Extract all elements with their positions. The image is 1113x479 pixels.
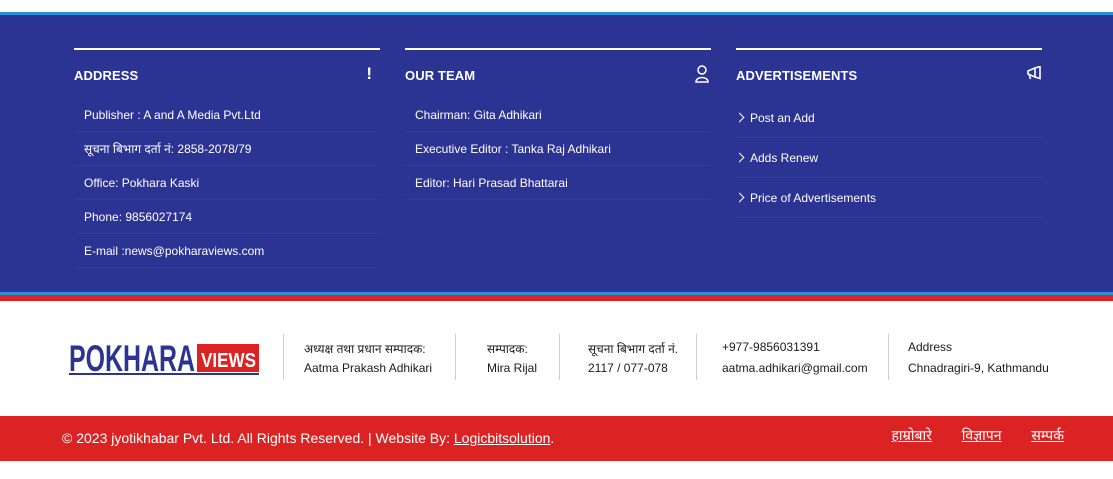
megaphone-icon	[1026, 65, 1042, 86]
registration-label: सूचना बिभाग दर्ता नं.	[588, 342, 679, 356]
team-item-editor: Editor: Hari Prasad Bhattarai	[405, 166, 711, 200]
developer-link[interactable]: Logicbitsolution	[454, 430, 551, 446]
logo-text-pokhara: POKHARA	[69, 338, 195, 376]
ads-link-label: Post an Add	[750, 111, 815, 125]
advertisement-link[interactable]: विज्ञापन	[962, 427, 1002, 443]
copyright-label: © 2023 jyotikhabar Pvt. Ltd. All Rights …	[62, 430, 454, 446]
team-column-header: OUR TEAM	[405, 50, 711, 98]
info-divider	[283, 334, 284, 380]
user-icon	[695, 65, 709, 89]
info-divider	[888, 334, 889, 380]
chief-editor-label: अध्यक्ष तथा प्रधान सम्पादक:	[304, 342, 426, 356]
address-list: Publisher : A and A Media Pvt.Ltd सूचना …	[74, 98, 380, 268]
contact-link[interactable]: सम्पर्क	[1031, 427, 1064, 443]
editor-label: सम्पादक:	[487, 342, 528, 356]
info-divider	[455, 334, 456, 380]
copyright-text: © 2023 jyotikhabar Pvt. Ltd. All Rights …	[62, 430, 554, 446]
team-list: Chairman: Gita Adhikari Executive Editor…	[405, 98, 711, 200]
ads-column: ADVERTISEMENTS Post an Add Adds Renew Pr…	[734, 48, 1042, 218]
address-column: ADDRESS ! Publisher : A and A Media Pvt.…	[74, 48, 380, 268]
contact-phone[interactable]: +977-9856031391	[722, 340, 820, 354]
ads-link-post-an-add[interactable]: Post an Add	[734, 98, 1042, 138]
chevron-right-icon	[734, 152, 745, 163]
address-item-email: E-mail :news@pokharaviews.com	[74, 234, 380, 268]
chief-editor-name: Aatma Prakash Adhikari	[304, 361, 433, 375]
registration-value: 2117 / 077-078	[588, 361, 668, 375]
address-item-office: Office: Pokhara Kaski	[74, 166, 380, 200]
address-value: Chnadragiri-9, Kathmandu	[908, 361, 1049, 375]
ads-column-header: ADVERTISEMENTS	[736, 50, 1042, 98]
ads-link-price[interactable]: Price of Advertisements	[734, 178, 1042, 218]
address-label: Address	[908, 340, 953, 354]
team-title: OUR TEAM	[405, 68, 476, 83]
address-item-registration: सूचना बिभाग दर्ता नं: 2858-2078/79	[74, 132, 380, 166]
ads-link-label: Adds Renew	[750, 151, 819, 165]
ads-link-label: Price of Advertisements	[750, 191, 877, 205]
team-column: OUR TEAM Chairman: Gita Adhikari Executi…	[405, 48, 711, 200]
separator-red-line	[0, 295, 1113, 301]
chevron-right-icon	[734, 192, 745, 203]
ads-link-adds-renew[interactable]: Adds Renew	[734, 138, 1042, 178]
address-column-header: ADDRESS !	[74, 50, 380, 98]
info-divider	[696, 334, 697, 380]
address-item-phone: Phone: 9856027174	[74, 200, 380, 234]
about-us-link[interactable]: हाम्रोबारे	[891, 427, 931, 443]
pokhara-views-logo[interactable]: POKHARA VIEWS	[69, 338, 259, 379]
copyright-period: .	[550, 430, 555, 446]
contact-email[interactable]: aatma.adhikari@gmail.com	[722, 361, 868, 375]
ads-title: ADVERTISEMENTS	[736, 68, 858, 83]
chevron-right-icon	[734, 112, 745, 123]
exclamation-icon: !	[366, 64, 372, 83]
info-divider	[559, 334, 560, 380]
editor-name: Mira Rijal	[487, 361, 538, 375]
footer-links: हाम्रोबारे विज्ञापन सम्पर्क	[865, 426, 1064, 445]
address-title: ADDRESS	[74, 68, 139, 83]
ads-list: Post an Add Adds Renew Price of Advertis…	[734, 98, 1042, 218]
logo-text-views: VIEWS	[201, 350, 256, 372]
team-item-executive-editor: Executive Editor : Tanka Raj Adhikari	[405, 132, 711, 166]
copyright-bar: © 2023 jyotikhabar Pvt. Ltd. All Rights …	[0, 416, 1113, 461]
team-item-chairman: Chairman: Gita Adhikari	[405, 98, 711, 132]
address-item-publisher: Publisher : A and A Media Pvt.Ltd	[74, 98, 380, 132]
